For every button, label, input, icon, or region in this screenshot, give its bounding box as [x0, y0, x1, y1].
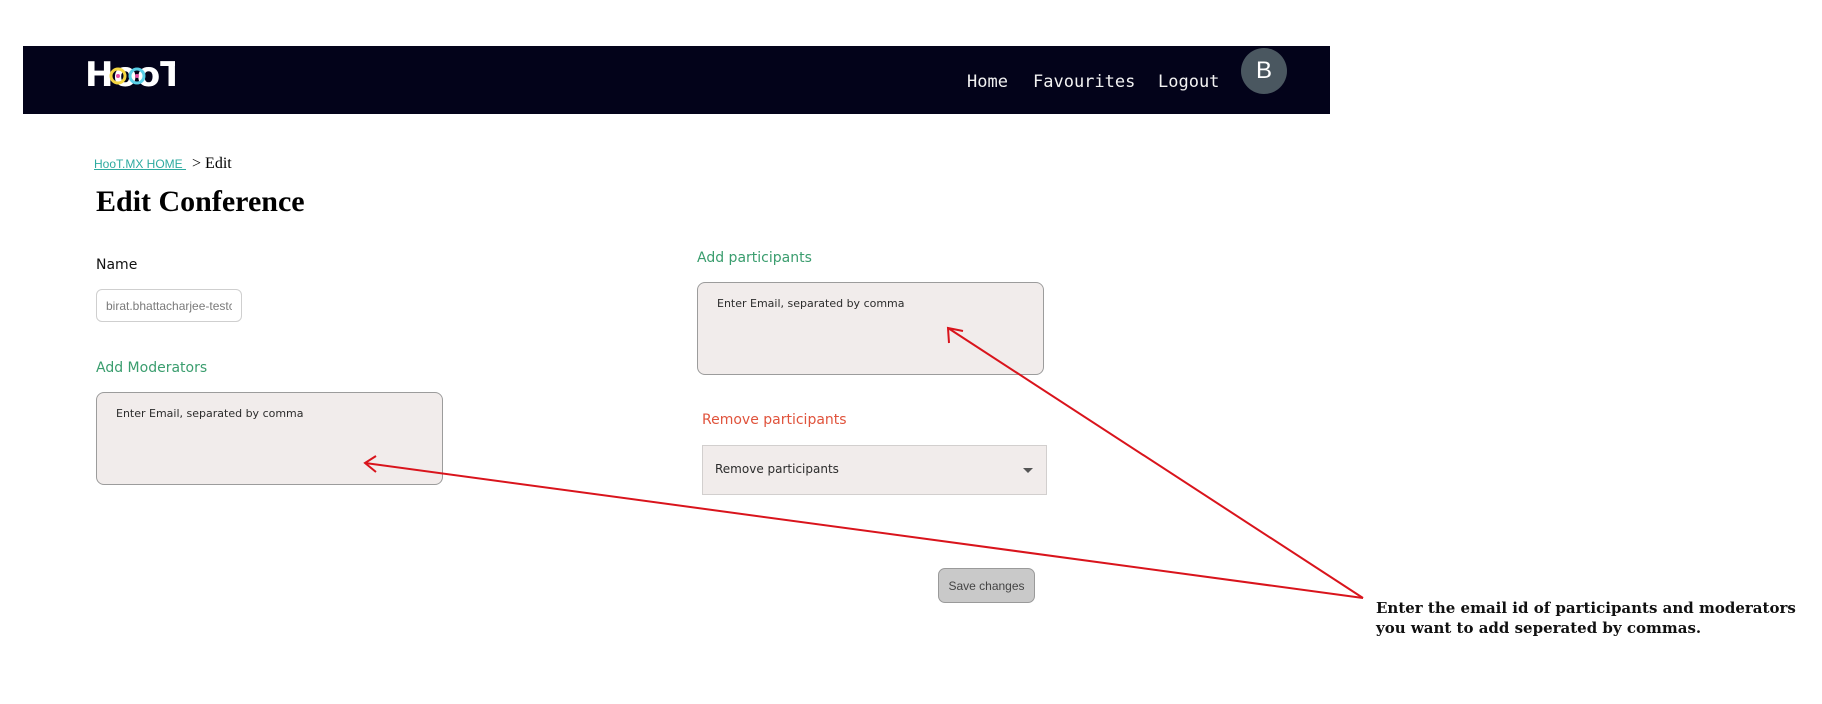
- add-moderators-label: Add Moderators: [96, 360, 208, 376]
- nav-home-link[interactable]: Home: [967, 72, 1008, 92]
- add-participants-label: Add participants: [697, 250, 812, 266]
- page: HooT Home Favourites Logout B HooT.MX HO…: [0, 0, 1822, 704]
- participants-email-input[interactable]: [697, 282, 1044, 375]
- chevron-down-icon: [1023, 468, 1033, 473]
- annotation-note: Enter the email id of participants and m…: [1376, 599, 1796, 637]
- nav-favourites-link[interactable]: Favourites: [1033, 72, 1135, 92]
- breadcrumb: HooT.MX HOME > Edit: [94, 153, 232, 173]
- nav-logout-link[interactable]: Logout: [1158, 72, 1219, 92]
- user-avatar[interactable]: B: [1241, 48, 1287, 94]
- breadcrumb-current: > Edit: [192, 155, 232, 172]
- name-input[interactable]: [96, 289, 242, 322]
- moderators-email-input[interactable]: [96, 392, 443, 485]
- page-title: Edit Conference: [96, 185, 305, 218]
- name-label: Name: [96, 257, 138, 273]
- top-navbar: HooT Home Favourites Logout B: [23, 46, 1330, 114]
- remove-participants-select-value: Remove participants: [715, 462, 839, 476]
- save-changes-button[interactable]: Save changes: [938, 568, 1035, 603]
- remove-participants-select[interactable]: Remove participants: [702, 445, 1047, 495]
- breadcrumb-home-link[interactable]: HooT.MX HOME: [94, 157, 186, 171]
- hoot-logo[interactable]: HooT: [85, 48, 175, 98]
- remove-participants-label: Remove participants: [702, 412, 847, 428]
